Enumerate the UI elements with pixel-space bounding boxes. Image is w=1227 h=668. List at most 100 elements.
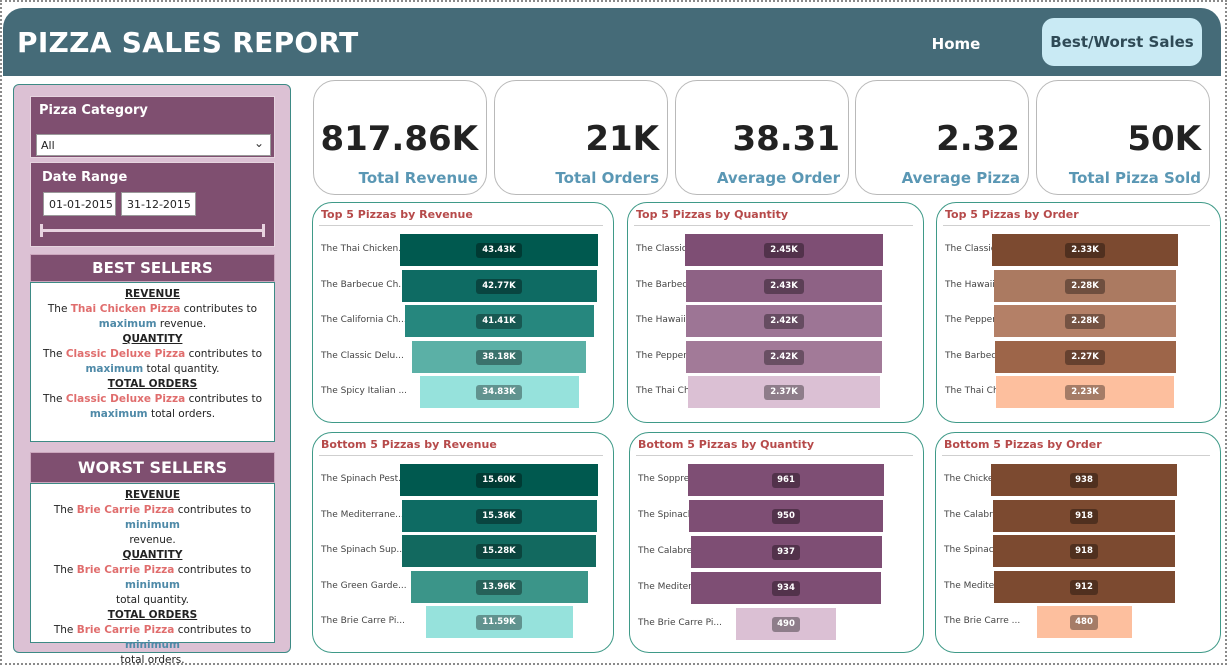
bar-value-label: 34.83K	[476, 385, 522, 400]
bar-value-label: 43.43K	[476, 243, 522, 258]
bar-row: The Mediterrane... 15.36K	[313, 499, 613, 534]
best-orders-heading: TOTAL ORDERS	[107, 378, 198, 390]
best-quantity-text: The Classic Deluxe Pizza contributes to …	[42, 348, 263, 375]
bar-value-label: 961	[772, 473, 800, 488]
kpi-label: Total Revenue	[358, 169, 478, 187]
bar-value-label: 937	[772, 545, 800, 560]
bar-category-label: The Green Garde...	[321, 580, 407, 591]
kpi-value: 50K	[1127, 119, 1201, 159]
pizza-category-label: Pizza Category	[39, 103, 148, 118]
worst-orders-heading: TOTAL ORDERS	[107, 609, 198, 621]
bar-row: The Calabrese P... 918	[936, 499, 1220, 534]
pizza-category-slicer: Pizza Category All ⌄	[30, 96, 275, 158]
bar-value-label: 15.28K	[476, 544, 522, 559]
kpi-label: Average Pizza	[901, 169, 1020, 187]
best-sellers-title: BEST SELLERS	[30, 254, 275, 282]
bar-value-label: 2.37K	[764, 385, 804, 400]
bar-value-label: 15.60K	[476, 473, 522, 488]
bar-category-label: The Brie Carre Pi...	[321, 616, 405, 626]
bar-row: The California Ch... 41.41K	[313, 305, 613, 339]
bar-row: The Spicy Italian ... 34.83K	[313, 376, 613, 410]
worst-sellers-title: WORST SELLERS	[30, 452, 275, 483]
chart-title: Top 5 Pizzas by Revenue	[321, 208, 473, 221]
bar-row: The Brie Carre Pi... 11.59K	[313, 606, 613, 640]
bar-row: The Spinach Pest... 15.60K	[313, 464, 613, 498]
bar-value-label: 2.33K	[1065, 243, 1105, 258]
bar-value-label: 2.27K	[1065, 349, 1105, 365]
best-revenue-text: The Thai Chicken Pizza contributes to ma…	[47, 303, 258, 330]
bar-row: The Brie Carre ... 480	[936, 606, 1220, 640]
kpi-card-total-orders: 21K Total Orders	[494, 80, 668, 195]
worst-revenue-text: The Brie Carrie Pizza contributes to min…	[53, 504, 252, 546]
bar-row: The Thai Chicke... 2.23K	[937, 376, 1220, 410]
kpi-value: 817.86K	[320, 119, 478, 159]
bottom5-revenue-chart[interactable]: Bottom 5 Pizzas by Revenue The Spinach P…	[312, 432, 614, 653]
header-bar: PIZZA SALES REPORT Home Best/Worst Sales	[3, 8, 1221, 76]
bar-value-label: 13.96K	[476, 579, 522, 595]
kpi-card-average-order: 38.31 Average Order	[675, 80, 849, 195]
bottom5-order-chart[interactable]: Bottom 5 Pizzas by Order The Chicken Pes…	[935, 432, 1221, 653]
pizza-category-dropdown[interactable]: All ⌄	[36, 134, 271, 156]
bar-category-label: The Brie Carre Pi...	[638, 618, 722, 628]
bar-value-label: 950	[772, 509, 800, 524]
bar-value-label: 2.28K	[1065, 278, 1105, 294]
bar-category-label: The California Ch...	[321, 315, 407, 325]
bar-value-label: 2.43K	[764, 278, 804, 294]
bar-category-label: The Thai Chicken...	[321, 244, 407, 254]
date-slider-start-handle[interactable]	[40, 224, 43, 237]
best-revenue-heading: REVENUE	[124, 288, 181, 300]
bar-row: The Pepperoni Pi... 2.42K	[628, 340, 923, 375]
bar-row: The Classic Delu... 38.18K	[313, 340, 613, 375]
bar-value-label: 41.41K	[476, 314, 522, 329]
chart-title: Top 5 Pizzas by Order	[945, 208, 1079, 221]
pizza-category-value: All	[41, 139, 55, 152]
bar-value-label: 15.36K	[476, 508, 522, 524]
bar-row: The Mediterrane... 912	[936, 570, 1220, 605]
top5-revenue-chart[interactable]: Top 5 Pizzas by Revenue The Thai Chicken…	[312, 202, 614, 423]
date-slider-end-handle[interactable]	[262, 224, 265, 237]
bar-value-label: 2.42K	[764, 349, 804, 365]
date-range-slicer: Date Range 01-01-2015 31-12-2015	[30, 162, 275, 247]
bar-value-label: 2.28K	[1065, 314, 1105, 329]
best-orders-text: The Classic Deluxe Pizza contributes to …	[42, 393, 263, 420]
bar-row: The Thai Chicken... 43.43K	[313, 234, 613, 268]
best-worst-sales-button[interactable]: Best/Worst Sales	[1042, 18, 1202, 66]
worst-quantity-text: The Brie Carrie Pizza contributes to min…	[53, 564, 252, 606]
bar-value-label: 2.23K	[1065, 385, 1105, 400]
kpi-label: Total Pizza Sold	[1068, 169, 1201, 187]
worst-quantity-heading: QUANTITY	[122, 549, 183, 561]
date-start-input[interactable]: 01-01-2015	[43, 192, 116, 216]
bar-category-label: The Spicy Italian ...	[321, 386, 408, 396]
bottom5-quantity-chart[interactable]: Bottom 5 Pizzas by Quantity The Soppress…	[629, 432, 924, 653]
bar-value-label: 11.59K	[476, 615, 522, 630]
bar-category-label: The Brie Carre ...	[944, 616, 1021, 626]
best-sellers-card: REVENUE The Thai Chicken Pizza contribut…	[30, 282, 275, 442]
chart-title: Top 5 Pizzas by Quantity	[636, 208, 788, 221]
bar-value-label: 480	[1070, 615, 1098, 630]
bar-row: The Barbecue C... 2.27K	[937, 340, 1220, 375]
bar-category-label: The Barbecue Ch...	[321, 279, 407, 290]
bar-value-label: 934	[772, 581, 800, 596]
date-slider-track[interactable]	[41, 229, 263, 232]
home-button[interactable]: Home	[913, 30, 999, 58]
bar-row: The Pepperoni P... 2.28K	[937, 305, 1220, 339]
kpi-label: Average Order	[716, 169, 840, 187]
top5-order-chart[interactable]: Top 5 Pizzas by Order The Classic Delu..…	[936, 202, 1221, 423]
kpi-card-average-pizza: 2.32 Average Pizza	[855, 80, 1029, 195]
date-end-input[interactable]: 31-12-2015	[121, 192, 196, 216]
bar-row: The Hawaiian Pi... 2.28K	[937, 269, 1220, 304]
bar-row: The Barbecue Ch... 42.77K	[313, 269, 613, 304]
bar-value-label: 918	[1070, 544, 1098, 559]
bar-row: The Classic Delu... 2.33K	[937, 234, 1220, 268]
bar-value-label: 2.42K	[764, 314, 804, 329]
bar-category-label: The Classic Delu...	[321, 350, 404, 361]
bar-row: The Classic Delu... 2.45K	[628, 234, 923, 268]
bar-row: The Calabrese Pi... 937	[630, 536, 923, 570]
worst-orders-text: The Brie Carrie Pizza contributes to min…	[53, 624, 252, 666]
date-range-label: Date Range	[42, 170, 128, 185]
kpi-value: 21K	[585, 119, 659, 159]
bar-value-label: 918	[1070, 508, 1098, 524]
bar-row: The Spinach Sup... 950	[630, 500, 923, 534]
top5-quantity-chart[interactable]: Top 5 Pizzas by Quantity The Classic Del…	[627, 202, 924, 423]
kpi-card-total-revenue: 817.86K Total Revenue	[313, 80, 487, 195]
